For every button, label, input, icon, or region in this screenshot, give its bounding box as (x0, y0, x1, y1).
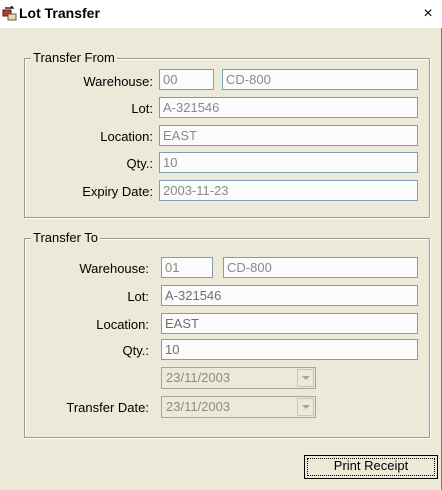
expiry-date-field[interactable]: 2003-11-23 (159, 180, 418, 201)
transfer-date-combo[interactable]: 23/11/2003 (161, 396, 316, 418)
window-title: Lot Transfer (19, 5, 100, 21)
date-combo-value: 23/11/2003 (166, 370, 231, 385)
date-combo-dropdown-button[interactable] (297, 369, 314, 387)
to-warehouse-name-field[interactable]: CD-800 (223, 257, 418, 278)
to-lot-field[interactable]: A-321546 (161, 285, 418, 306)
title-bar[interactable]: Lot Transfer × (0, 0, 442, 28)
from-warehouse-name-field[interactable]: CD-800 (222, 69, 418, 90)
from-warehouse-label: Warehouse: (83, 74, 153, 89)
boxes-transfer-icon (2, 5, 18, 22)
from-lot-field[interactable]: A-321546 (159, 97, 418, 118)
to-qty-field[interactable]: 10 (161, 339, 418, 360)
focus-outline (307, 458, 435, 476)
close-button[interactable]: × (418, 5, 438, 23)
from-qty-field[interactable]: 10 (159, 152, 418, 173)
from-lot-label: Lot: (131, 101, 153, 116)
from-location-field[interactable]: EAST (159, 125, 418, 146)
chevron-down-icon (302, 405, 310, 409)
from-qty-label: Qty.: (126, 156, 153, 171)
to-location-field[interactable]: EAST (161, 313, 418, 334)
to-lot-label: Lot: (127, 289, 149, 304)
transfer-to-legend: Transfer To (31, 230, 101, 245)
transfer-from-legend: Transfer From (31, 50, 117, 65)
date-combo[interactable]: 23/11/2003 (161, 367, 316, 389)
print-receipt-button[interactable]: Print Receipt (304, 455, 438, 479)
from-location-label: Location: (100, 129, 153, 144)
transfer-date-label: Transfer Date: (66, 400, 149, 415)
transfer-date-value: 23/11/2003 (166, 399, 231, 414)
to-warehouse-label: Warehouse: (79, 261, 149, 276)
to-location-label: Location: (96, 317, 149, 332)
to-warehouse-code-field[interactable]: 01 (161, 257, 213, 278)
chevron-down-icon (302, 376, 310, 380)
to-qty-label: Qty.: (122, 343, 149, 358)
transfer-date-dropdown-button[interactable] (297, 398, 314, 416)
lot-transfer-dialog: Lot Transfer × Transfer From Warehouse: … (0, 0, 442, 490)
from-warehouse-code-field[interactable]: 00 (159, 69, 214, 90)
expiry-date-label: Expiry Date: (82, 184, 153, 199)
